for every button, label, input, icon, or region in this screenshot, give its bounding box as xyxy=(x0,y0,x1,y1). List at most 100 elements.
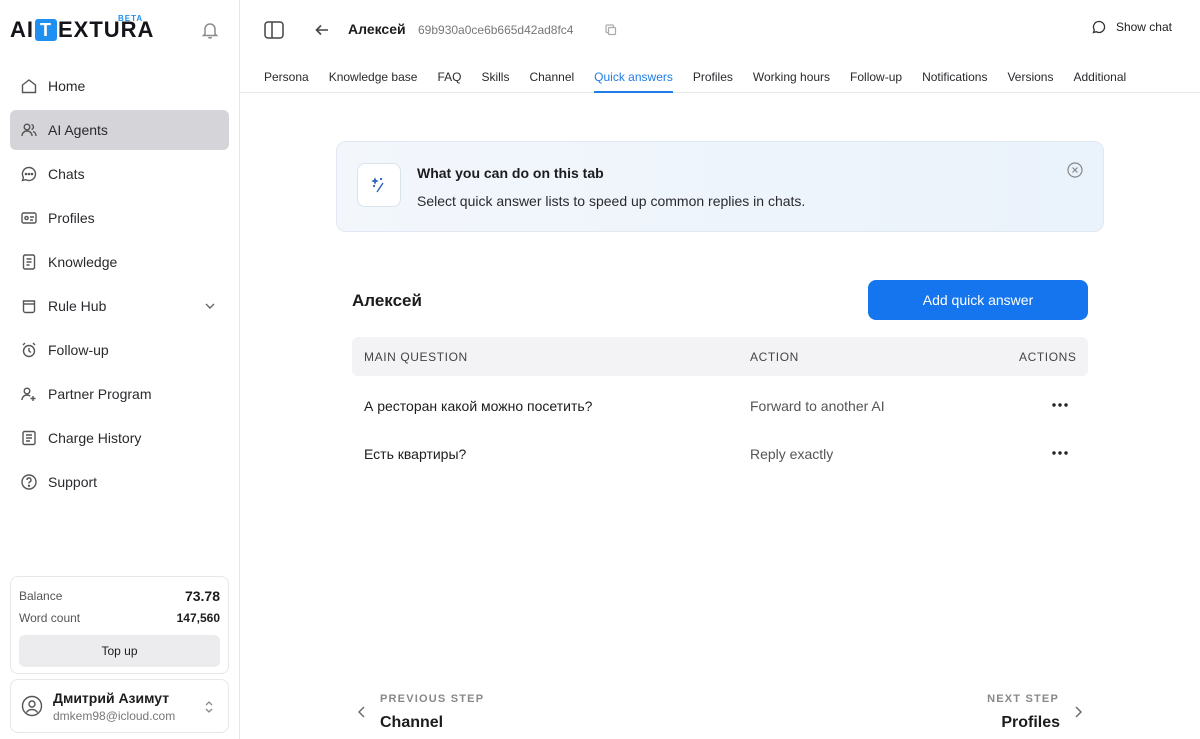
sidebar-item-chats[interactable]: Chats xyxy=(10,154,229,194)
tab-faq[interactable]: FAQ xyxy=(437,60,461,93)
beta-badge: BETA xyxy=(118,14,144,23)
receipt-icon xyxy=(22,430,36,446)
word-count-label: Word count xyxy=(19,611,81,625)
tab-persona[interactable]: Persona xyxy=(264,60,309,93)
copy-icon[interactable] xyxy=(605,24,617,36)
sidebar-item-label: Knowledge xyxy=(48,254,118,270)
tab-working-hours[interactable]: Working hours xyxy=(753,60,830,93)
tab-bar: Persona Knowledge base FAQ Skills Channe… xyxy=(240,60,1200,93)
chevron-down-icon[interactable] xyxy=(203,299,217,313)
tab-follow-up[interactable]: Follow-up xyxy=(850,60,902,93)
next-step-link[interactable]: Profiles xyxy=(1001,714,1060,732)
sidebar-item-charge-history[interactable]: Charge History xyxy=(10,418,229,458)
next-step-label: NEXT STEP xyxy=(987,693,1059,705)
help-circle-icon xyxy=(21,474,37,490)
sidebar-item-home[interactable]: Home xyxy=(10,66,229,106)
avatar xyxy=(21,695,43,717)
add-quick-answer-button[interactable]: Add quick answer xyxy=(868,280,1088,320)
sidebar-item-label: Chats xyxy=(48,166,85,182)
info-banner: What you can do on this tab Select quick… xyxy=(336,141,1104,232)
back-arrow-icon[interactable] xyxy=(314,22,330,38)
row-action: Reply exactly xyxy=(750,446,834,462)
sidebar-item-label: AI Agents xyxy=(48,122,108,138)
tab-skills[interactable]: Skills xyxy=(481,60,509,93)
users-icon xyxy=(21,123,37,137)
table-row[interactable]: А ресторан какой можно посетить? Forward… xyxy=(352,381,1088,429)
bell-icon[interactable] xyxy=(200,20,220,40)
chevron-right-icon[interactable] xyxy=(1072,705,1084,719)
agent-name: Алексей xyxy=(348,21,406,37)
column-header-actions: ACTIONS xyxy=(1019,350,1077,364)
balance-row: Balance 73.78 xyxy=(19,585,220,607)
word-count-value: 147,560 xyxy=(176,611,220,625)
tab-channel[interactable]: Channel xyxy=(529,60,574,93)
tab-knowledge-base[interactable]: Knowledge base xyxy=(329,60,418,93)
sidebar-item-rule-hub[interactable]: Rule Hub xyxy=(10,286,229,326)
home-icon xyxy=(21,79,37,94)
previous-step-label: PREVIOUS STEP xyxy=(380,693,485,705)
sidebar-item-support[interactable]: Support xyxy=(10,462,229,502)
table-row[interactable]: Есть квартиры? Reply exactly xyxy=(352,429,1088,477)
tab-versions[interactable]: Versions xyxy=(1007,60,1053,93)
tab-profiles[interactable]: Profiles xyxy=(693,60,733,93)
logo-text-left: AI xyxy=(10,17,34,42)
chat-bubble-icon xyxy=(21,166,37,182)
row-action: Forward to another AI xyxy=(750,398,885,414)
tab-quick-answers[interactable]: Quick answers xyxy=(594,60,673,93)
sidebar: AI T EXTURA BETA Home AI Agents Chats Pr… xyxy=(0,0,240,739)
show-chat-label: Show chat xyxy=(1115,20,1172,34)
sidebar-item-label: Support xyxy=(48,474,98,490)
sidebar-item-label: Partner Program xyxy=(48,386,152,402)
user-menu[interactable]: Дмитрий Азимут dmkem98@icloud.com xyxy=(10,679,229,733)
sidebar-item-label: Profiles xyxy=(48,210,95,226)
sidebar-item-follow-up[interactable]: Follow-up xyxy=(10,330,229,370)
brand-logo[interactable]: AI T EXTURA BETA xyxy=(10,14,154,46)
show-chat-button[interactable]: Show chat xyxy=(1092,20,1172,34)
banner-text: Select quick answer lists to speed up co… xyxy=(417,193,806,209)
more-options-icon[interactable] xyxy=(1050,401,1070,409)
sidebar-item-partner-program[interactable]: Partner Program xyxy=(10,374,229,414)
sidebar-item-label: Follow-up xyxy=(48,342,109,358)
id-card-icon xyxy=(21,212,37,224)
section-title: Алексей xyxy=(352,291,422,310)
sidebar-item-knowledge[interactable]: Knowledge xyxy=(10,242,229,282)
tab-notifications[interactable]: Notifications xyxy=(922,60,987,93)
column-header-main-question: MAIN QUESTION xyxy=(364,350,468,364)
user-name: Дмитрий Азимут xyxy=(53,689,170,706)
alarm-clock-icon xyxy=(22,342,36,358)
user-info: Дмитрий Азимут dmkem98@icloud.com xyxy=(53,690,175,723)
sidebar-toggle-icon[interactable] xyxy=(264,21,284,39)
balance-value: 73.78 xyxy=(184,588,220,604)
partner-icon xyxy=(21,387,36,401)
top-bar: Алексей 69b930a0ce6b665d42ad8fc4 Show ch… xyxy=(240,0,1200,60)
banner-icon-box xyxy=(357,163,401,207)
chevron-up-down-icon xyxy=(205,701,213,713)
balance-label: Balance xyxy=(19,589,63,603)
row-question: Есть квартиры? xyxy=(364,446,467,462)
magic-wand-icon xyxy=(371,177,384,193)
sidebar-item-label: Home xyxy=(48,78,86,94)
top-up-button[interactable]: Top up xyxy=(19,635,220,667)
table-header: MAIN QUESTION ACTION ACTIONS xyxy=(352,337,1088,376)
chevron-left-icon[interactable] xyxy=(356,705,368,719)
tab-additional[interactable]: Additional xyxy=(1073,60,1126,93)
balance-card: Balance 73.78 Word count 147,560 Top up xyxy=(10,576,229,674)
document-icon xyxy=(22,254,36,270)
sidebar-nav: Home AI Agents Chats Profiles Knowledge … xyxy=(10,66,229,506)
sidebar-item-label: Charge History xyxy=(48,430,142,446)
column-header-action: ACTION xyxy=(750,350,799,364)
user-email: dmkem98@icloud.com xyxy=(53,708,176,723)
sidebar-item-ai-agents[interactable]: AI Agents xyxy=(10,110,229,150)
banner-title: What you can do on this tab xyxy=(417,165,604,181)
more-options-icon[interactable] xyxy=(1050,449,1070,457)
previous-step-link[interactable]: Channel xyxy=(380,714,443,732)
logo-t-box: T xyxy=(35,19,57,41)
chat-bubble-icon xyxy=(1092,20,1106,34)
close-icon[interactable] xyxy=(1067,162,1083,178)
sidebar-item-label: Rule Hub xyxy=(48,298,107,314)
word-count-row: Word count 147,560 xyxy=(19,607,220,629)
row-question: А ресторан какой можно посетить? xyxy=(364,398,593,414)
cup-icon xyxy=(22,300,36,314)
agent-id: 69b930a0ce6b665d42ad8fc4 xyxy=(418,23,574,37)
sidebar-item-profiles[interactable]: Profiles xyxy=(10,198,229,238)
